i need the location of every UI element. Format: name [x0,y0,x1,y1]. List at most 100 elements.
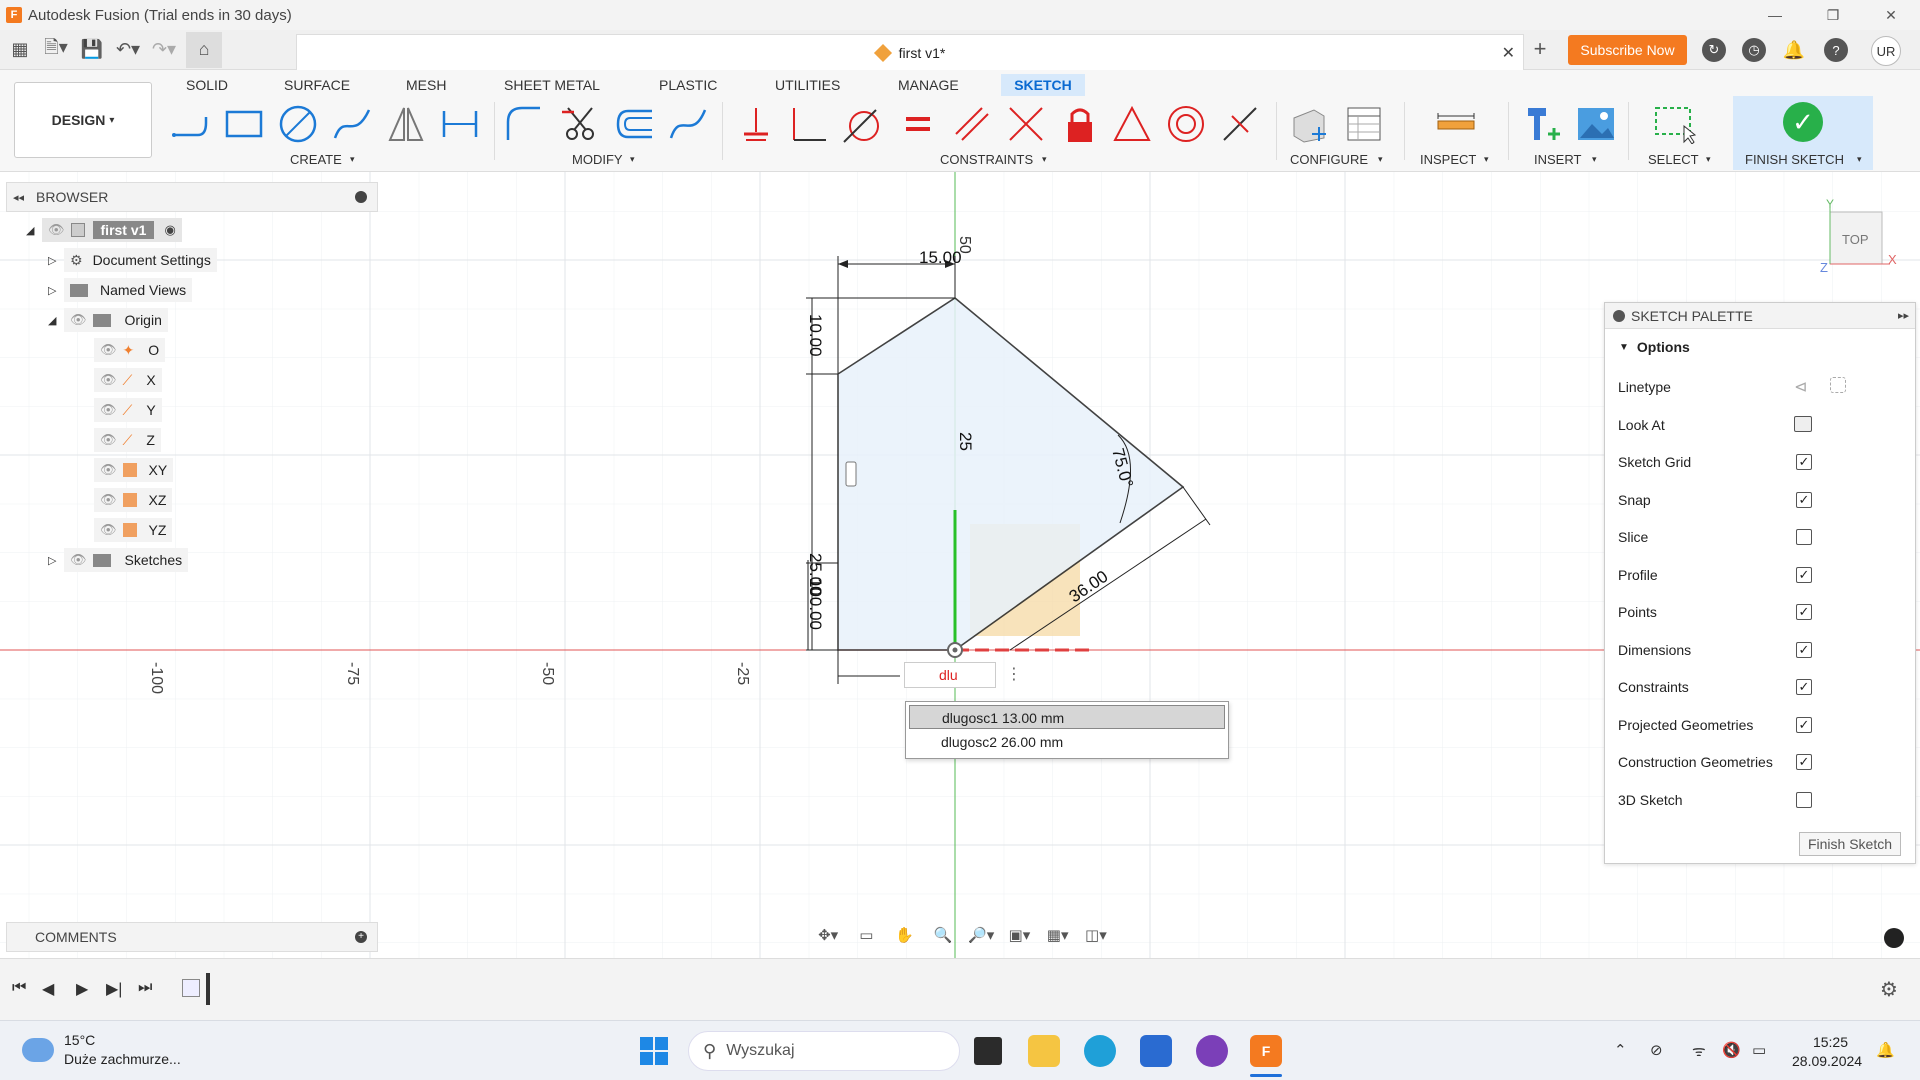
battery-icon[interactable]: ▭ [1752,1041,1766,1059]
inspect-group-label[interactable]: INSPECT [1420,152,1476,167]
tab-manage[interactable]: MANAGE [892,74,965,96]
sketch-grid-checkbox[interactable]: ✓ [1796,454,1812,470]
redo-icon[interactable]: ↷▾ [146,32,182,68]
tree-item-y-axis[interactable]: 👁 ⟋ Y [94,397,162,423]
tab-mesh[interactable]: MESH [400,74,452,96]
3d-sketch-checkbox[interactable] [1796,792,1812,808]
subscribe-now-button[interactable]: Subscribe Now [1568,35,1687,65]
tab-sheet-metal[interactable]: SHEET METAL [498,74,606,96]
task-view-icon[interactable] [974,1037,1002,1065]
coincident-constraint-icon[interactable] [1004,102,1048,146]
tree-item-named-views[interactable]: ▷ Named Views [48,277,193,303]
pen-tool-icon[interactable] [1884,928,1904,948]
visibility-icon[interactable]: 👁 [100,372,117,388]
projected-geometries-checkbox[interactable]: ✓ [1796,717,1812,733]
finish-sketch-button[interactable]: ✓ FINISH SKETCH ▾ [1733,96,1873,170]
viewports-icon[interactable]: ◫▾ [1080,926,1112,944]
constraints-group-label[interactable]: CONSTRAINTS [940,152,1033,167]
midpoint-constraint-icon[interactable] [1218,102,1262,146]
new-tab-icon[interactable]: + [1528,38,1552,62]
collapsed-triangle-icon[interactable]: ▷ [48,284,64,297]
play-icon[interactable]: ▶ [76,979,88,999]
network-off-icon[interactable]: ⊘ [1650,1041,1663,1059]
tree-item-origin[interactable]: ◢ 👁 Origin [48,307,168,333]
close-tab-icon[interactable]: ✕ [1502,43,1515,63]
autocomplete-item[interactable]: dlugosc1 13.00 mm [909,705,1225,729]
job-status-icon[interactable]: ◷ [1742,38,1766,62]
insert-image-icon[interactable] [1574,102,1618,146]
tree-item-xz-plane[interactable]: 👁 XZ [94,487,173,513]
pan-icon[interactable]: ✋ [889,926,921,944]
spline-tool-icon[interactable] [330,102,374,146]
next-step-icon[interactable]: ▶| [106,979,122,999]
mirror-tool-icon[interactable] [384,102,428,146]
tree-item-z-axis[interactable]: 👁 ⟋ Z [94,427,161,453]
workspace-selector[interactable]: DESIGN ▾ [14,82,152,158]
trim-tool-icon[interactable] [558,102,602,146]
expand-palette-icon[interactable]: ▸▸ [1898,309,1909,322]
dimension-expression-input[interactable]: dlu [904,662,996,688]
tree-item-x-axis[interactable]: 👁 ⟋ X [94,367,162,393]
timeline-marker[interactable] [206,973,210,1005]
timeline-settings-icon[interactable]: ⚙ [1880,977,1898,1002]
slice-checkbox[interactable] [1796,529,1812,545]
insert-derive-icon[interactable] [1520,102,1564,146]
home-icon[interactable]: ⌂ [186,31,222,68]
document-tab[interactable]: first v1* ✕ [296,34,1524,70]
tab-plastic[interactable]: PLASTIC [653,74,723,96]
offset-tool-icon[interactable] [612,102,656,146]
options-section[interactable]: ▼ Options [1619,335,1899,359]
triangle-constraint-icon[interactable] [1110,102,1154,146]
display-settings-icon[interactable]: ▣▾ [1003,926,1035,944]
tree-item-document-settings[interactable]: ▷ ⚙ Document Settings [48,247,217,273]
tangent-constraint-icon[interactable] [840,102,884,146]
tab-sketch[interactable]: SKETCH [1001,74,1085,96]
grid-settings-icon[interactable]: ▦▾ [1042,926,1074,944]
visibility-icon[interactable]: 👁 [70,552,87,568]
equal-constraint-icon[interactable] [896,102,940,146]
minimize-icon[interactable]: — [1746,0,1804,30]
collapse-palette-icon[interactable] [1613,309,1625,322]
active-radio-icon[interactable]: ◉ [164,222,175,238]
measure-icon[interactable] [1434,102,1478,146]
file-explorer-icon[interactable] [1028,1035,1060,1067]
collapsed-triangle-icon[interactable]: ▷ [48,554,64,567]
browser-panel-header[interactable]: ◂◂ BROWSER [6,182,378,212]
dimensions-checkbox[interactable]: ✓ [1796,642,1812,658]
create-group-label[interactable]: CREATE [290,152,342,167]
curve-tool-icon[interactable] [666,102,710,146]
orbit-icon[interactable]: ✥▾ [812,926,844,944]
taskbar-notification-icon[interactable]: 🔔 [1876,1041,1895,1059]
construction-linetype-icon[interactable]: ⊲ [1794,377,1807,397]
tree-item-sketches[interactable]: ▷ 👁 Sketches [48,547,189,573]
app-icon[interactable] [1196,1035,1228,1067]
visibility-icon[interactable]: 👁 [48,222,65,238]
help-icon[interactable]: ? [1824,38,1848,62]
zoom-window-icon[interactable]: 🔎▾ [965,926,997,944]
fillet-tool-icon[interactable] [502,102,546,146]
tab-solid[interactable]: SOLID [180,74,234,96]
parameters-icon[interactable] [1286,102,1330,146]
line-tool-icon[interactable] [168,102,212,146]
clock[interactable]: 15:25 28.09.2024 [1792,1033,1862,1071]
perpendicular-constraint-icon[interactable] [786,102,830,146]
profile-checkbox[interactable]: ✓ [1796,567,1812,583]
tree-item-origin-point[interactable]: 👁 ✦ O [94,337,166,363]
first-step-icon[interactable]: ⏮ [12,979,26,997]
last-step-icon[interactable]: ⏭ [138,979,152,997]
fusion-taskbar-icon[interactable]: F [1250,1035,1282,1067]
tree-item-yz-plane[interactable]: 👁 YZ [94,517,173,543]
select-group-label[interactable]: SELECT [1648,152,1699,167]
collapse-icon[interactable]: ◂◂ [13,191,24,204]
concentric-constraint-icon[interactable] [1164,102,1208,146]
visibility-icon[interactable]: 👁 [70,312,87,328]
expanded-triangle-icon[interactable]: ◢ [26,224,42,237]
pin-icon[interactable] [355,191,367,203]
table-icon[interactable] [1342,102,1386,146]
modify-group-label[interactable]: MODIFY [572,152,623,167]
parallel-constraint-icon[interactable] [950,102,994,146]
wifi-icon[interactable]: ᯤ [1692,1041,1706,1061]
save-icon[interactable]: 💾 [74,32,110,68]
visibility-icon[interactable]: 👁 [100,432,117,448]
extensions-icon[interactable]: ↻ [1702,38,1726,62]
